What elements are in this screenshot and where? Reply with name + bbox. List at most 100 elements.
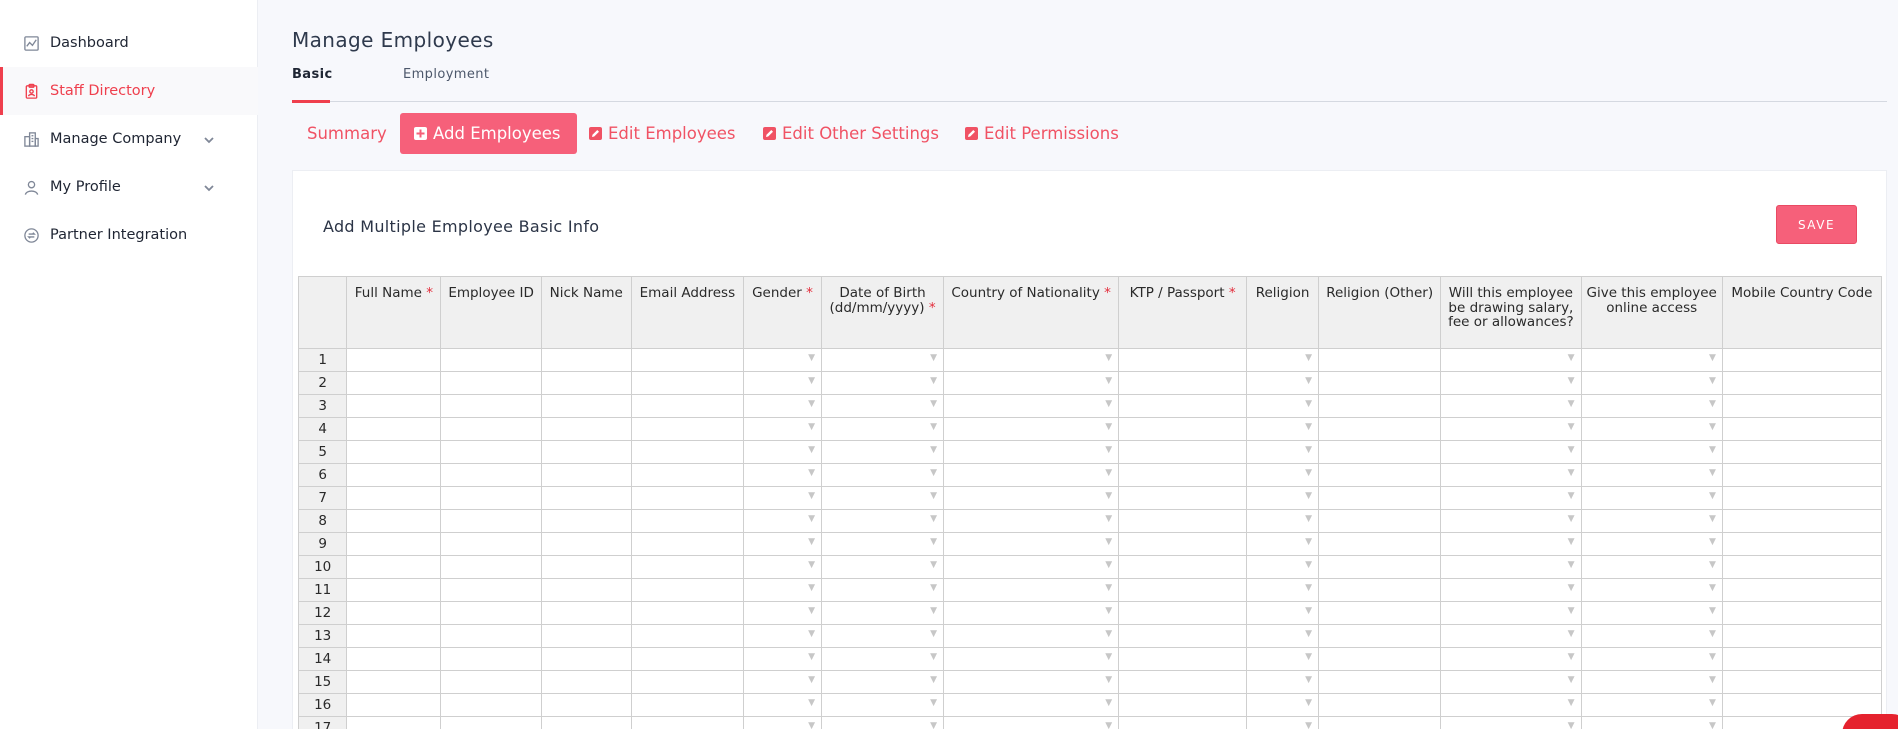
table-cell[interactable] bbox=[346, 371, 442, 395]
table-cell[interactable] bbox=[1118, 670, 1248, 694]
dropdown-cell[interactable] bbox=[821, 509, 945, 533]
table-cell[interactable] bbox=[1118, 348, 1248, 372]
dropdown-cell[interactable] bbox=[1440, 348, 1582, 372]
dropdown-cell[interactable] bbox=[943, 509, 1120, 533]
table-cell[interactable] bbox=[440, 693, 542, 717]
table-cell[interactable] bbox=[440, 371, 542, 395]
dropdown-cell[interactable] bbox=[821, 578, 945, 602]
table-cell[interactable] bbox=[1721, 670, 1882, 694]
table-cell[interactable] bbox=[440, 555, 542, 579]
column-header[interactable]: Religion (Other) bbox=[1318, 276, 1442, 349]
dropdown-cell[interactable] bbox=[943, 624, 1120, 648]
table-cell[interactable] bbox=[540, 394, 632, 418]
dropdown-cell[interactable] bbox=[1580, 486, 1723, 510]
table-cell[interactable] bbox=[346, 693, 442, 717]
dropdown-cell[interactable] bbox=[943, 670, 1120, 694]
table-cell[interactable] bbox=[630, 716, 744, 729]
dropdown-cell[interactable] bbox=[943, 647, 1120, 671]
table-cell[interactable] bbox=[540, 716, 632, 729]
table-cell[interactable] bbox=[1318, 371, 1442, 395]
dropdown-cell[interactable] bbox=[1246, 417, 1320, 441]
subtab-summary[interactable]: Summary bbox=[307, 113, 387, 154]
table-cell[interactable] bbox=[540, 440, 632, 464]
table-cell[interactable] bbox=[540, 371, 632, 395]
table-cell[interactable] bbox=[630, 440, 744, 464]
dropdown-cell[interactable] bbox=[1440, 624, 1582, 648]
table-cell[interactable] bbox=[540, 601, 632, 625]
sidebar-item-manage-company[interactable]: Manage Company bbox=[0, 115, 258, 163]
dropdown-cell[interactable] bbox=[1580, 716, 1723, 729]
column-header[interactable]: Employee ID bbox=[440, 276, 542, 349]
table-cell[interactable] bbox=[1318, 509, 1442, 533]
dropdown-cell[interactable] bbox=[1580, 348, 1723, 372]
table-cell[interactable] bbox=[630, 348, 744, 372]
dropdown-cell[interactable] bbox=[742, 693, 823, 717]
dropdown-cell[interactable] bbox=[1580, 532, 1723, 556]
subtab-edit-other-settings[interactable]: Edit Other Settings bbox=[763, 113, 939, 154]
table-cell[interactable] bbox=[1721, 394, 1882, 418]
column-header[interactable]: KTP / Passport * bbox=[1118, 276, 1248, 349]
dropdown-cell[interactable] bbox=[943, 532, 1120, 556]
table-cell[interactable] bbox=[1118, 532, 1248, 556]
dropdown-cell[interactable] bbox=[1440, 463, 1582, 487]
subtab-edit-employees[interactable]: Edit Employees bbox=[589, 113, 736, 154]
dropdown-cell[interactable] bbox=[742, 624, 823, 648]
dropdown-cell[interactable] bbox=[821, 555, 945, 579]
table-cell[interactable] bbox=[540, 670, 632, 694]
dropdown-cell[interactable] bbox=[742, 417, 823, 441]
dropdown-cell[interactable] bbox=[1440, 532, 1582, 556]
table-cell[interactable] bbox=[440, 348, 542, 372]
dropdown-cell[interactable] bbox=[1440, 647, 1582, 671]
column-header[interactable]: Full Name * bbox=[346, 276, 442, 349]
table-cell[interactable] bbox=[630, 693, 744, 717]
table-cell[interactable] bbox=[1318, 601, 1442, 625]
dropdown-cell[interactable] bbox=[742, 440, 823, 464]
table-cell[interactable] bbox=[630, 394, 744, 418]
dropdown-cell[interactable] bbox=[1580, 394, 1723, 418]
dropdown-cell[interactable] bbox=[742, 555, 823, 579]
table-cell[interactable] bbox=[540, 417, 632, 441]
dropdown-cell[interactable] bbox=[1246, 486, 1320, 510]
dropdown-cell[interactable] bbox=[1246, 463, 1320, 487]
dropdown-cell[interactable] bbox=[943, 371, 1120, 395]
dropdown-cell[interactable] bbox=[1246, 624, 1320, 648]
chevron-down-icon[interactable] bbox=[202, 180, 216, 194]
table-cell[interactable] bbox=[440, 440, 542, 464]
dropdown-cell[interactable] bbox=[943, 463, 1120, 487]
dropdown-cell[interactable] bbox=[1580, 417, 1723, 441]
dropdown-cell[interactable] bbox=[1246, 509, 1320, 533]
table-cell[interactable] bbox=[1118, 440, 1248, 464]
table-cell[interactable] bbox=[1118, 601, 1248, 625]
table-cell[interactable] bbox=[440, 417, 542, 441]
dropdown-cell[interactable] bbox=[1580, 463, 1723, 487]
dropdown-cell[interactable] bbox=[943, 555, 1120, 579]
table-cell[interactable] bbox=[1318, 647, 1442, 671]
table-cell[interactable] bbox=[346, 486, 442, 510]
dropdown-cell[interactable] bbox=[1580, 670, 1723, 694]
dropdown-cell[interactable] bbox=[1580, 578, 1723, 602]
table-cell[interactable] bbox=[540, 509, 632, 533]
table-cell[interactable] bbox=[1118, 578, 1248, 602]
table-cell[interactable] bbox=[1721, 348, 1882, 372]
table-cell[interactable] bbox=[1721, 417, 1882, 441]
dropdown-cell[interactable] bbox=[742, 716, 823, 729]
table-cell[interactable] bbox=[630, 670, 744, 694]
table-cell[interactable] bbox=[1721, 486, 1882, 510]
table-cell[interactable] bbox=[1318, 417, 1442, 441]
dropdown-cell[interactable] bbox=[1246, 371, 1320, 395]
dropdown-cell[interactable] bbox=[1246, 532, 1320, 556]
table-cell[interactable] bbox=[1118, 647, 1248, 671]
table-cell[interactable] bbox=[346, 555, 442, 579]
table-cell[interactable] bbox=[630, 647, 744, 671]
dropdown-cell[interactable] bbox=[821, 417, 945, 441]
table-cell[interactable] bbox=[540, 693, 632, 717]
table-cell[interactable] bbox=[1318, 440, 1442, 464]
table-cell[interactable] bbox=[1318, 693, 1442, 717]
table-cell[interactable] bbox=[1318, 486, 1442, 510]
dropdown-cell[interactable] bbox=[821, 394, 945, 418]
table-cell[interactable] bbox=[1318, 394, 1442, 418]
table-cell[interactable] bbox=[440, 601, 542, 625]
table-cell[interactable] bbox=[346, 348, 442, 372]
column-header[interactable]: Gender * bbox=[742, 276, 823, 349]
table-cell[interactable] bbox=[540, 348, 632, 372]
